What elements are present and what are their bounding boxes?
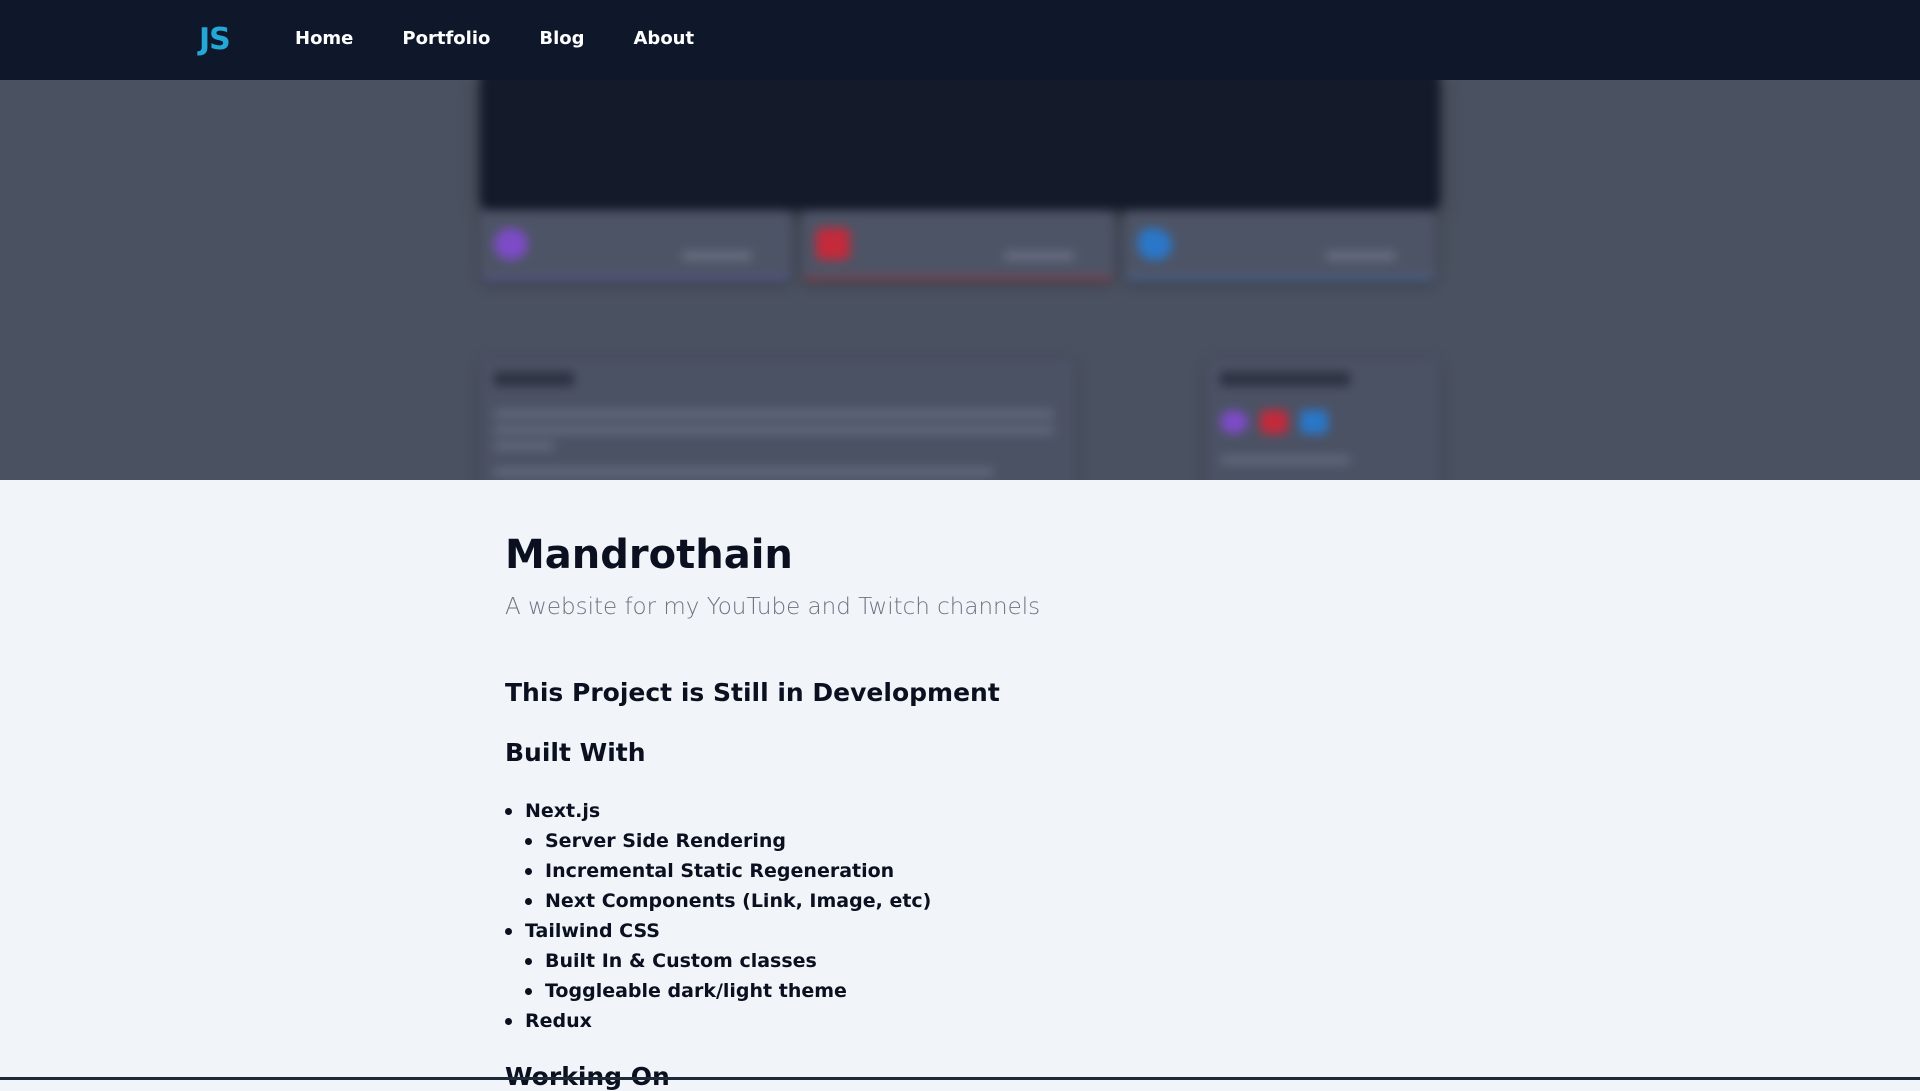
preview-twitter-card — [1124, 210, 1436, 280]
preview-placeholder-line — [1220, 456, 1350, 464]
twitch-icon — [1220, 410, 1248, 434]
list-item: Server Side Rendering — [505, 826, 931, 856]
preview-placeholder-line — [494, 468, 994, 476]
list-item: Redux — [505, 1006, 931, 1036]
twitch-icon — [494, 228, 528, 260]
built-with-heading: Built With — [505, 738, 646, 767]
preview-text-panel — [480, 358, 1076, 480]
project-title: Mandrothain — [505, 532, 793, 578]
preview-youtube-card — [802, 210, 1114, 280]
preview-twitch-card — [480, 210, 792, 280]
nav-link-about[interactable]: About — [634, 28, 695, 49]
nav-link-blog[interactable]: Blog — [539, 28, 584, 49]
preview-placeholder-title — [1220, 372, 1350, 386]
preview-banner — [480, 80, 1440, 210]
top-navbar: JS Home Portfolio Blog About — [0, 0, 1920, 80]
preview-placeholder-line — [494, 426, 1054, 434]
youtube-icon — [1260, 410, 1288, 434]
built-with-list: Next.js Server Side Rendering Incrementa… — [505, 796, 931, 1036]
list-item: Toggleable dark/light theme — [505, 976, 931, 1006]
nav-link-home[interactable]: Home — [295, 28, 353, 49]
preview-sidebar-panel — [1206, 358, 1440, 480]
development-status-heading: This Project is Still in Development — [505, 678, 1000, 707]
project-subtitle: A website for my YouTube and Twitch chan… — [505, 594, 1041, 620]
list-item: Tailwind CSS — [505, 916, 931, 946]
nav-links: Home Portfolio Blog About — [295, 28, 743, 49]
youtube-icon — [816, 228, 850, 260]
list-item: Next.js — [505, 796, 931, 826]
preview-placeholder-line — [682, 252, 752, 260]
list-item: Next Components (Link, Image, etc) — [505, 886, 931, 916]
preview-placeholder-line — [1004, 252, 1074, 260]
project-preview-image — [0, 80, 1920, 480]
site-logo[interactable]: JS — [199, 22, 231, 57]
preview-placeholder-line — [1326, 252, 1396, 260]
list-item: Built In & Custom classes — [505, 946, 931, 976]
list-item: Incremental Static Regeneration — [505, 856, 931, 886]
nav-link-portfolio[interactable]: Portfolio — [402, 28, 490, 49]
preview-placeholder-line — [494, 410, 1054, 418]
twitter-icon — [1138, 228, 1172, 260]
twitter-icon — [1300, 410, 1328, 434]
preview-placeholder-title — [494, 372, 574, 386]
preview-placeholder-line — [494, 442, 554, 450]
